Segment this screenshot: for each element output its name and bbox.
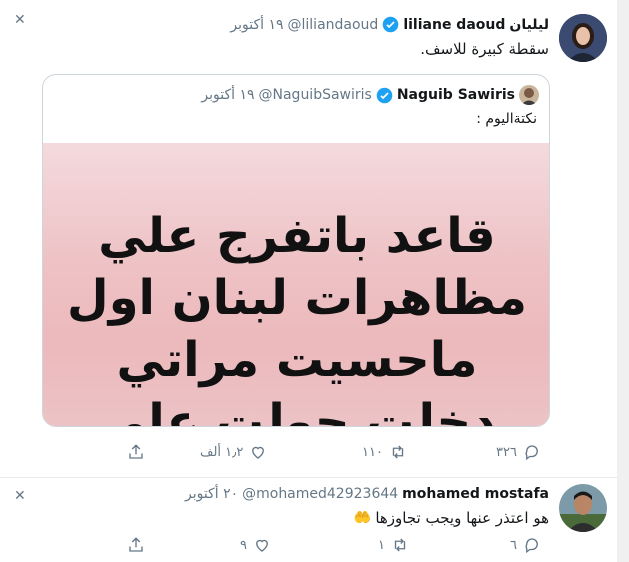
reply-button[interactable]: ٦ — [510, 536, 541, 554]
quote-text: نكتةاليوم : — [476, 111, 537, 127]
avatar[interactable] — [559, 14, 607, 62]
emoji: 🤲 — [353, 510, 372, 526]
reply-icon — [525, 445, 538, 461]
timeline: ✕ ليليان liliane daoud @liliandaoud ١٩ أ… — [0, 0, 629, 562]
quote-header: Naguib Sawiris @NaguibSawiris ١٩ أكتوبر — [201, 85, 539, 105]
like-button[interactable]: ١٫٢ ألف — [200, 443, 267, 461]
reply-button[interactable]: ٣٢٦ — [496, 443, 541, 461]
reply-tweet[interactable]: ✕ mohamed mostafa @mohamed42923644 ٢٠ أك… — [0, 478, 617, 562]
tweet[interactable]: ✕ ليليان liliane daoud @liliandaoud ١٩ أ… — [0, 0, 617, 478]
like-count: ٩ — [240, 537, 247, 553]
close-icon[interactable]: ✕ — [14, 488, 26, 504]
retweet-icon — [392, 445, 404, 459]
reply-count: ٣٢٦ — [496, 444, 517, 460]
reply-icon — [525, 538, 538, 554]
image-line: ماحسيت مراتي — [116, 332, 478, 388]
retweet-button[interactable]: ١١٠ — [362, 443, 407, 461]
share-icon — [129, 537, 143, 552]
quoted-tweet[interactable]: Naguib Sawiris @NaguibSawiris ١٩ أكتوبر … — [42, 74, 550, 427]
display-name[interactable]: liliane daoud — [403, 17, 505, 33]
tweet-date[interactable]: ١٩ أكتوبر — [230, 17, 283, 33]
image-line: مظاهرات لبنان اول — [67, 270, 527, 326]
display-name[interactable]: mohamed mostafa — [402, 486, 549, 502]
verified-icon — [376, 87, 393, 103]
tweet-header: ليليان liliane daoud @liliandaoud ١٩ أكت… — [230, 16, 549, 33]
tweet-date[interactable]: ٢٠ أكتوبر — [185, 486, 238, 502]
tweet-actions: ١٫٢ ألف ١١٠ ٣٢٦ — [0, 443, 617, 465]
tweet-actions: ٩ ١ ٦ — [0, 536, 617, 558]
share-icon — [129, 444, 143, 459]
quote-display-name: Naguib Sawiris — [396, 87, 515, 103]
like-button[interactable]: ٩ — [240, 536, 271, 554]
close-icon[interactable]: ✕ — [14, 12, 26, 28]
image-line: دخلت حولت علي — [98, 394, 496, 427]
tweet-text: هو اعتذر عنها ويجب تجاوزها — [375, 509, 549, 527]
like-icon — [252, 446, 265, 459]
handle[interactable]: @mohamed42923644 — [242, 486, 398, 502]
display-name-ar[interactable]: ليليان — [509, 17, 549, 33]
retweet-icon — [394, 538, 406, 552]
retweet-count: ١ — [378, 537, 385, 553]
quote-image-text: قاعد باتفرج علي مظاهرات لبنان اول ماحسيت… — [43, 205, 549, 427]
quote-avatar — [519, 85, 539, 105]
like-count: ١٫٢ ألف — [200, 444, 244, 460]
tweet-header: mohamed mostafa @mohamed42923644 ٢٠ أكتو… — [185, 486, 549, 502]
avatar[interactable] — [559, 484, 607, 532]
image-line: قاعد باتفرج علي — [98, 208, 496, 264]
reply-count: ٦ — [510, 537, 517, 553]
share-button[interactable] — [127, 443, 145, 461]
scrollbar[interactable] — [617, 0, 629, 562]
quote-image[interactable]: قاعد باتفرج علي مظاهرات لبنان اول ماحسيت… — [43, 143, 549, 427]
retweet-button[interactable]: ١ — [378, 536, 409, 554]
retweet-count: ١١٠ — [362, 444, 383, 460]
quote-handle: @NaguibSawiris — [258, 87, 372, 103]
share-button[interactable] — [127, 536, 145, 554]
tweet-text: سقطة كبيرة للاسف. — [420, 40, 549, 58]
handle[interactable]: @liliandaoud — [288, 17, 379, 33]
quote-date: ١٩ أكتوبر — [201, 87, 255, 103]
verified-icon — [383, 16, 399, 33]
tweet-text-wrap: هو اعتذر عنها ويجب تجاوزها 🤲 — [354, 509, 549, 527]
like-icon — [256, 539, 268, 552]
